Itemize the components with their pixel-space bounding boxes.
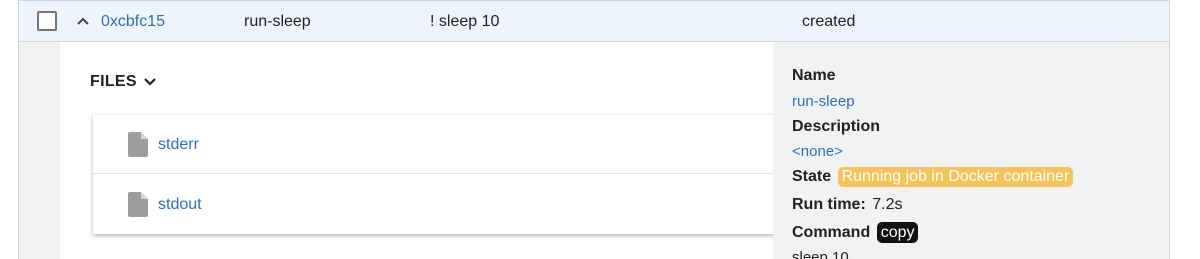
- files-panel: FILES stderr stdout: [60, 42, 793, 259]
- chevron-up-icon[interactable]: [75, 13, 91, 29]
- copy-button[interactable]: copy: [876, 222, 919, 243]
- name-value[interactable]: run-sleep: [792, 92, 855, 112]
- files-header-label: FILES: [90, 73, 137, 90]
- job-id-link[interactable]: 0xcbfc15: [101, 12, 165, 32]
- command-label: Command: [792, 224, 871, 241]
- file-list: stderr stdout: [93, 115, 793, 234]
- runtime-row: Run time: 7.2s: [792, 195, 902, 215]
- state-label: State: [792, 168, 832, 185]
- description-label: Description: [792, 118, 881, 135]
- job-details-expanded: FILES stderr stdout Name run-sleep Descr…: [19, 42, 1169, 259]
- files-toggle[interactable]: FILES: [90, 73, 157, 91]
- file-name[interactable]: stderr: [158, 135, 199, 155]
- description-value[interactable]: <none>: [792, 142, 843, 162]
- job-row[interactable]: 0xcbfc15 run-sleep ! sleep 10 created: [19, 0, 1169, 42]
- name-label: Name: [792, 67, 836, 84]
- state-row: State Running job in Docker container: [792, 167, 1074, 187]
- command-value: sleep 10: [792, 249, 849, 259]
- details-panel: Name run-sleep Description <none> State …: [773, 42, 1129, 259]
- runtime-value: 7.2s: [872, 196, 903, 213]
- file-item-stderr[interactable]: stderr: [93, 115, 793, 174]
- file-item-stdout[interactable]: stdout: [93, 175, 793, 234]
- file-icon: [128, 192, 148, 217]
- row-checkbox[interactable]: [37, 11, 57, 31]
- runtime-label: Run time:: [792, 196, 866, 213]
- job-status: created: [802, 13, 856, 30]
- job-name: run-sleep: [244, 13, 311, 30]
- file-icon: [128, 132, 148, 157]
- state-badge: Running job in Docker container: [837, 167, 1074, 187]
- job-command: ! sleep 10: [430, 13, 500, 30]
- chevron-down-icon: [144, 78, 156, 86]
- command-row: Command copy: [792, 222, 919, 243]
- file-name[interactable]: stdout: [158, 195, 202, 215]
- job-table: 0xcbfc15 run-sleep ! sleep 10 created FI…: [18, 0, 1170, 259]
